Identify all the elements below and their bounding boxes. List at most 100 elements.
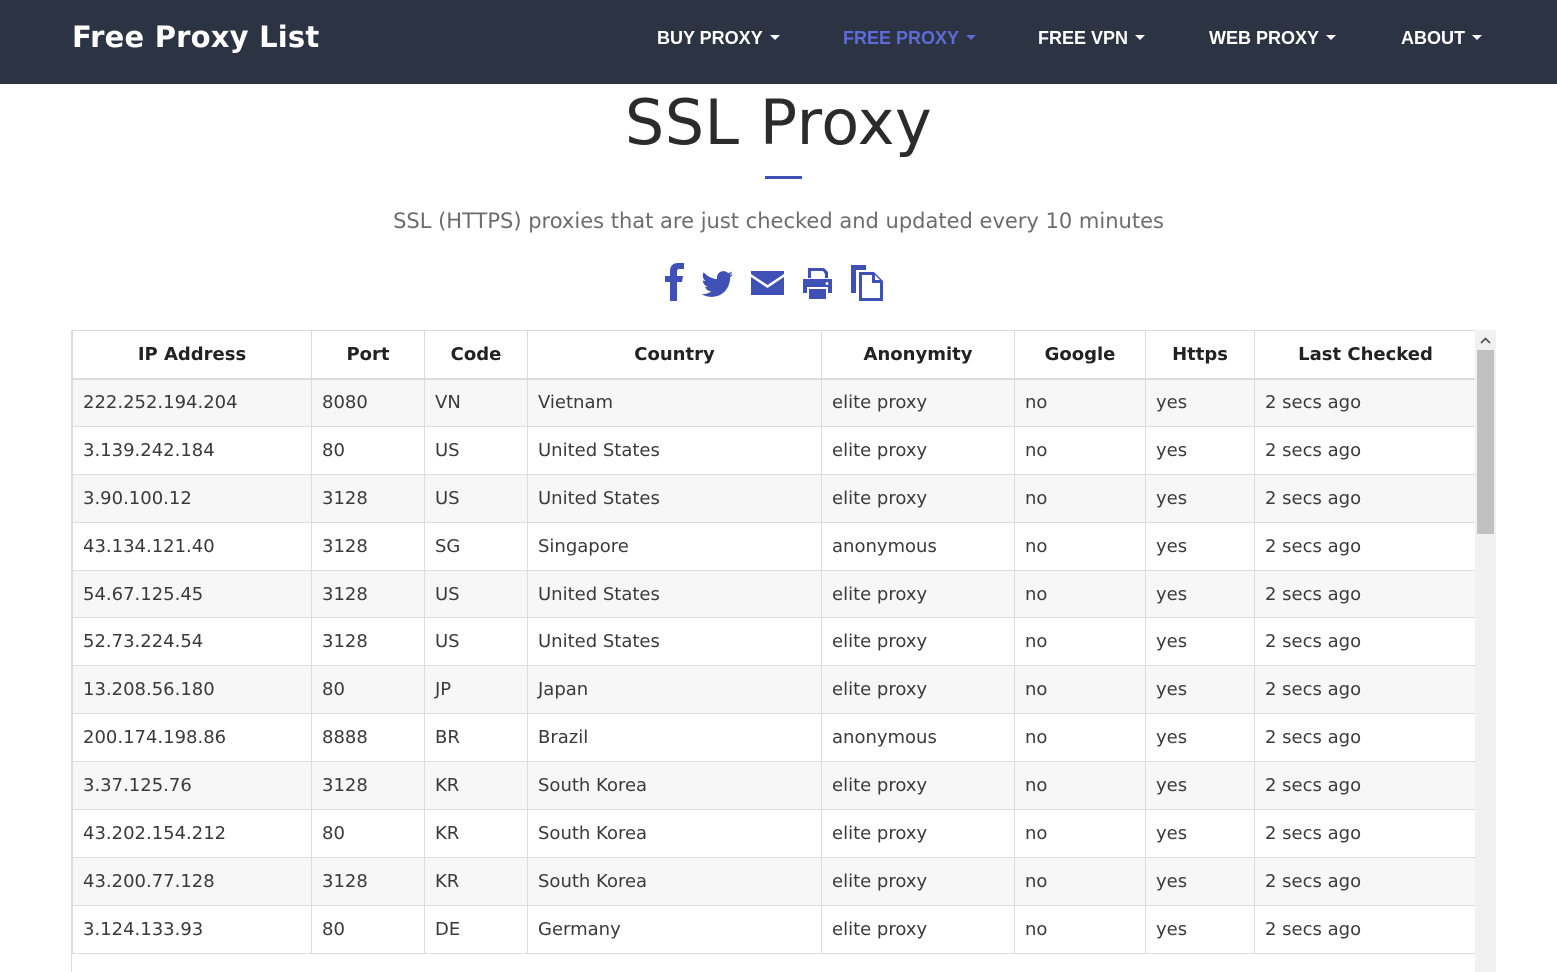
country-cell: South Korea	[527, 761, 822, 811]
code-cell: US	[424, 569, 528, 619]
proxy-table: IP Address Port Code Country Anonymity G…	[72, 330, 1477, 954]
table-row: 54.67.125.45 3128 US United States elite pro…	[72, 569, 1477, 619]
google-cell: no	[1014, 856, 1146, 906]
last-checked-cell: 2 secs ago	[1254, 809, 1477, 858]
email-icon[interactable]	[750, 262, 785, 302]
ip-address-cell: 52.73.224.54	[72, 617, 312, 667]
table-header-row: IP Address Port Code Country Anonymity G…	[72, 330, 1477, 380]
copy-icon[interactable]	[850, 262, 885, 302]
nav-about-label: ABOUT	[1401, 28, 1465, 48]
column-header-ip-address[interactable]: IP Address	[72, 330, 312, 380]
table-row: 43.134.121.40 3128 SG Singapore anonymous no y…	[72, 521, 1477, 571]
country-cell: Singapore	[527, 521, 822, 571]
table-row: 43.202.154.212 80 KR South Korea elite proxy…	[72, 809, 1477, 858]
caret-down-icon	[966, 34, 977, 40]
column-header-last-checked[interactable]: Last Checked	[1254, 330, 1477, 380]
last-checked-cell: 2 secs ago	[1254, 521, 1477, 571]
https-cell: yes	[1145, 617, 1255, 667]
port-cell: 3128	[311, 761, 425, 811]
column-header-google[interactable]: Google	[1014, 330, 1146, 380]
anonymity-cell: elite proxy	[821, 809, 1015, 858]
table-row: 13.208.56.180 80 JP Japan elite proxy no yes 2 …	[72, 665, 1477, 715]
anonymity-cell: anonymous	[821, 713, 1015, 763]
google-cell: no	[1014, 713, 1146, 763]
nav-about[interactable]: ABOUT	[1401, 28, 1482, 49]
country-cell: United States	[527, 617, 822, 667]
table-scrollbar[interactable]	[1475, 330, 1496, 972]
proxy-table-container[interactable]: IP Address Port Code Country Anonymity G…	[71, 330, 1496, 972]
table-row: 3.124.133.93 80 DE Germany elite proxy no yes 2…	[72, 904, 1477, 954]
facebook-icon[interactable]	[662, 262, 688, 302]
nav-free-vpn-label: FREE VPN	[1038, 28, 1129, 48]
https-cell: yes	[1145, 378, 1255, 427]
last-checked-cell: 2 secs ago	[1254, 856, 1477, 906]
country-cell: United States	[527, 425, 822, 475]
nav-free-vpn[interactable]: FREE VPN	[1038, 28, 1146, 49]
nav-free-proxy[interactable]: FREE PROXY	[843, 28, 977, 49]
ip-address-cell: 222.252.194.204	[72, 378, 312, 427]
column-header-anonymity[interactable]: Anonymity	[821, 330, 1015, 380]
table-row: 222.252.194.204 8080 VN Vietnam elite proxy n…	[72, 378, 1477, 427]
google-cell: no	[1014, 473, 1146, 523]
port-cell: 80	[311, 665, 425, 715]
anonymity-cell: elite proxy	[821, 665, 1015, 715]
country-cell: Brazil	[527, 713, 822, 763]
last-checked-cell: 2 secs ago	[1254, 425, 1477, 475]
last-checked-cell: 2 secs ago	[1254, 617, 1477, 667]
table-row: 52.73.224.54 3128 US United States elite pro…	[72, 617, 1477, 667]
google-cell: no	[1014, 521, 1146, 571]
anonymity-cell: elite proxy	[821, 378, 1015, 427]
port-cell: 80	[311, 904, 425, 954]
column-header-code[interactable]: Code	[424, 330, 528, 380]
ip-address-cell: 13.208.56.180	[72, 665, 312, 715]
twitter-icon[interactable]	[701, 262, 734, 302]
https-cell: yes	[1145, 809, 1255, 858]
scrollbar-thumb[interactable]	[1477, 350, 1494, 534]
code-cell: KR	[424, 809, 528, 858]
country-cell: Germany	[527, 904, 822, 954]
anonymity-cell: elite proxy	[821, 904, 1015, 954]
nav-web-proxy-label: WEB PROXY	[1209, 28, 1320, 48]
code-cell: VN	[424, 378, 528, 427]
country-cell: Vietnam	[527, 378, 822, 427]
port-cell: 3128	[311, 473, 425, 523]
ip-address-cell: 3.124.133.93	[72, 904, 312, 954]
last-checked-cell: 2 secs ago	[1254, 569, 1477, 619]
nav-web-proxy[interactable]: WEB PROXY	[1209, 28, 1337, 49]
country-cell: South Korea	[527, 856, 822, 906]
ip-address-cell: 3.90.100.12	[72, 473, 312, 523]
print-icon[interactable]	[801, 262, 834, 302]
code-cell: US	[424, 617, 528, 667]
caret-down-icon	[1326, 34, 1337, 40]
ip-address-cell: 43.200.77.128	[72, 856, 312, 906]
nav-free-proxy-label: FREE PROXY	[843, 28, 960, 48]
port-cell: 3128	[311, 521, 425, 571]
google-cell: no	[1014, 425, 1146, 475]
table-row: 43.200.77.128 3128 KR South Korea elite prox…	[72, 856, 1477, 906]
column-header-https[interactable]: Https	[1145, 330, 1255, 380]
code-cell: US	[424, 425, 528, 475]
page-subtitle: SSL (HTTPS) proxies that are just checke…	[393, 209, 1164, 233]
page-title: SSL Proxy	[624, 86, 933, 159]
anonymity-cell: elite proxy	[821, 473, 1015, 523]
scroll-up-arrow-icon[interactable]	[1475, 330, 1496, 350]
https-cell: yes	[1145, 521, 1255, 571]
column-header-port[interactable]: Port	[311, 330, 425, 380]
last-checked-cell: 2 secs ago	[1254, 761, 1477, 811]
table-body: 222.252.194.204 8080 VN Vietnam elite proxy n…	[72, 378, 1477, 954]
ip-address-cell: 54.67.125.45	[72, 569, 312, 619]
port-cell: 3128	[311, 617, 425, 667]
google-cell: no	[1014, 809, 1146, 858]
column-header-country[interactable]: Country	[527, 330, 822, 380]
https-cell: yes	[1145, 569, 1255, 619]
brand-logo[interactable]: Free Proxy List	[72, 20, 319, 54]
google-cell: no	[1014, 569, 1146, 619]
google-cell: no	[1014, 665, 1146, 715]
anonymity-cell: elite proxy	[821, 425, 1015, 475]
caret-down-icon	[1135, 34, 1146, 40]
country-cell: United States	[527, 473, 822, 523]
https-cell: yes	[1145, 665, 1255, 715]
nav-buy-proxy[interactable]: BUY PROXY	[657, 28, 780, 49]
port-cell: 3128	[311, 569, 425, 619]
google-cell: no	[1014, 761, 1146, 811]
